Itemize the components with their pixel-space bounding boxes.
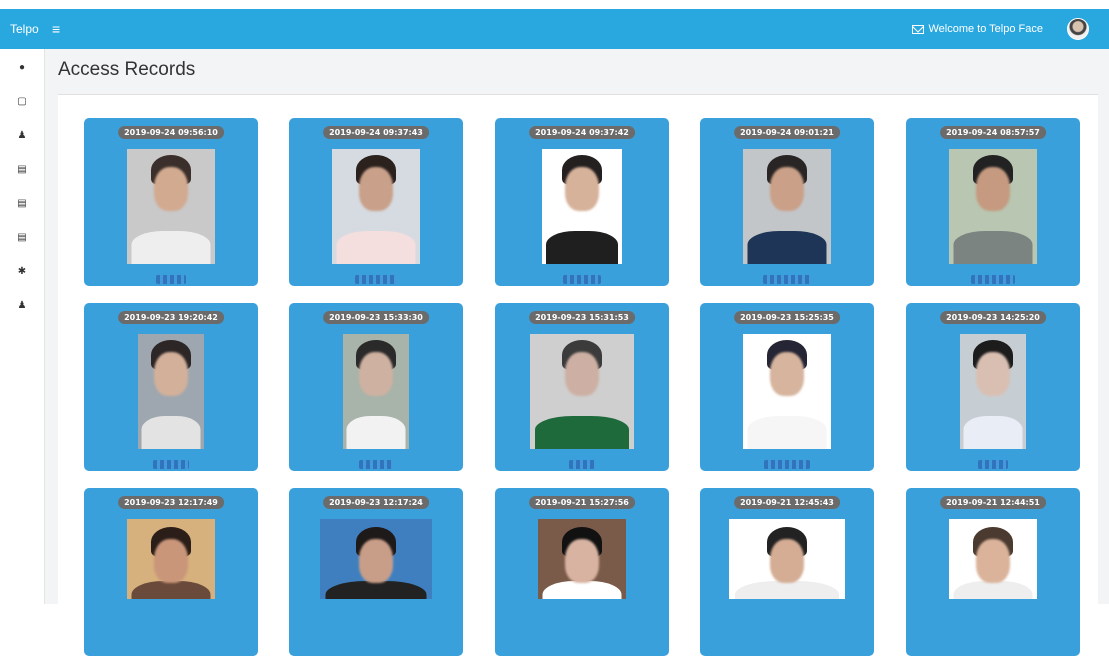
record-timestamp: 2019-09-23 15:33:30 [323, 311, 429, 324]
person-name-link[interactable] [355, 275, 397, 284]
face-photo[interactable] [960, 334, 1026, 449]
record-timestamp: 2019-09-21 12:45:43 [734, 496, 840, 509]
record-card[interactable]: 2019-09-23 19:20:42 [84, 303, 258, 471]
sidebar-item-persons[interactable]: ♟ [0, 119, 44, 153]
record-timestamp: 2019-09-21 15:27:56 [529, 496, 635, 509]
user-icon: ♟ [17, 300, 27, 311]
record-timestamp: 2019-09-23 15:31:53 [529, 311, 635, 324]
record-timestamp: 2019-09-23 15:25:35 [734, 311, 840, 324]
page-title: Access Records [58, 59, 196, 80]
record-timestamp: 2019-09-23 19:20:42 [118, 311, 224, 324]
document-icon: ▤ [17, 164, 27, 175]
face-photo[interactable] [538, 519, 626, 599]
face-photo[interactable] [127, 149, 215, 264]
top-strip [0, 0, 1109, 9]
envelope-icon [912, 24, 925, 34]
person-name-link[interactable] [764, 460, 810, 469]
face-photo[interactable] [332, 149, 420, 264]
record-timestamp: 2019-09-23 12:17:24 [323, 496, 429, 509]
face-photo[interactable] [138, 334, 204, 449]
welcome-link[interactable]: Welcome to Telpo Face [912, 23, 1043, 35]
record-card[interactable]: 2019-09-21 12:45:43 [700, 488, 874, 656]
face-photo[interactable] [542, 149, 622, 264]
device-icon: ▢ [17, 96, 27, 107]
record-card[interactable]: 2019-09-23 12:17:24 [289, 488, 463, 656]
record-card[interactable]: 2019-09-24 09:37:43 [289, 118, 463, 286]
record-card[interactable]: 2019-09-21 15:27:56 [495, 488, 669, 656]
main-content: Access Records 2019-09-24 09:56:10 2019-0… [45, 49, 1109, 656]
record-card[interactable]: 2019-09-23 15:33:30 [289, 303, 463, 471]
face-photo[interactable] [127, 519, 215, 599]
record-timestamp: 2019-09-24 09:37:43 [323, 126, 429, 139]
record-card[interactable]: 2019-09-23 14:25:20 [906, 303, 1080, 471]
sidebar-item-records[interactable]: ▤ [0, 153, 44, 187]
brand-logo[interactable]: Telpo [10, 22, 50, 36]
record-card[interactable]: 2019-09-24 09:01:21 [700, 118, 874, 286]
record-timestamp: 2019-09-24 08:57:57 [940, 126, 1046, 139]
record-card[interactable]: 2019-09-23 15:25:35 [700, 303, 874, 471]
person-name-link[interactable] [971, 275, 1015, 284]
avatar[interactable] [1067, 18, 1089, 40]
gear-icon: ✱ [17, 266, 27, 277]
face-photo[interactable] [743, 334, 831, 449]
face-photo[interactable] [949, 519, 1037, 599]
person-name-link[interactable] [563, 275, 601, 284]
record-timestamp: 2019-09-23 14:25:20 [940, 311, 1046, 324]
sidebar-item-devices[interactable]: ▢ [0, 85, 44, 119]
sidebar: ● ▢ ♟ ▤ ▤ ▤ ✱ ♟ [0, 49, 45, 604]
sidebar-item-account[interactable]: ♟ [0, 289, 44, 323]
face-photo[interactable] [949, 149, 1037, 264]
record-timestamp: 2019-09-21 12:44:51 [940, 496, 1046, 509]
record-timestamp: 2019-09-23 12:17:49 [118, 496, 224, 509]
face-photo[interactable] [729, 519, 845, 599]
record-timestamp: 2019-09-24 09:56:10 [118, 126, 224, 139]
top-navbar: Telpo ≡ Welcome to Telpo Face [0, 9, 1109, 49]
document-icon: ▤ [17, 198, 27, 209]
home-icon: ● [18, 62, 26, 73]
sidebar-item-settings[interactable]: ✱ [0, 255, 44, 289]
record-card[interactable]: 2019-09-24 09:37:42 [495, 118, 669, 286]
sidebar-item-logs[interactable]: ▤ [0, 221, 44, 255]
person-name-link[interactable] [359, 460, 393, 469]
welcome-text: Welcome to Telpo Face [928, 23, 1043, 35]
person-name-link[interactable] [978, 460, 1008, 469]
face-photo[interactable] [320, 519, 432, 599]
sidebar-item-reports[interactable]: ▤ [0, 187, 44, 221]
person-name-link[interactable] [569, 460, 595, 469]
record-card[interactable]: 2019-09-21 12:44:51 [906, 488, 1080, 656]
person-name-link[interactable] [153, 460, 189, 469]
face-photo[interactable] [343, 334, 409, 449]
face-photo[interactable] [743, 149, 831, 264]
sidebar-item-home[interactable]: ● [0, 51, 44, 85]
record-timestamp: 2019-09-24 09:01:21 [734, 126, 840, 139]
record-card[interactable]: 2019-09-24 09:56:10 [84, 118, 258, 286]
record-card[interactable]: 2019-09-24 08:57:57 [906, 118, 1080, 286]
record-card[interactable]: 2019-09-23 12:17:49 [84, 488, 258, 656]
user-icon: ♟ [17, 130, 27, 141]
record-timestamp: 2019-09-24 09:37:42 [529, 126, 635, 139]
record-card[interactable]: 2019-09-23 15:31:53 [495, 303, 669, 471]
edit-document-icon: ▤ [17, 232, 27, 243]
face-photo[interactable] [530, 334, 634, 449]
person-name-link[interactable] [156, 275, 186, 284]
person-name-link[interactable] [763, 275, 811, 284]
hamburger-icon[interactable]: ≡ [52, 21, 60, 37]
records-panel: 2019-09-24 09:56:10 2019-09-24 09:37:43 20… [58, 94, 1098, 656]
